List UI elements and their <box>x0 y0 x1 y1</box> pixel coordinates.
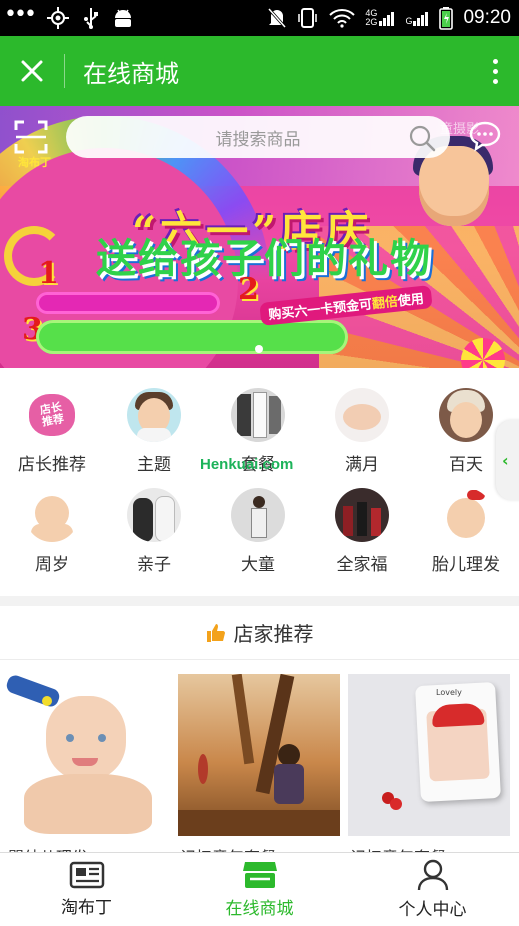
banner-number-2: 2 <box>238 272 259 307</box>
chevron-left-icon: ‹ <box>502 450 509 470</box>
category-label: 百天 <box>449 455 483 474</box>
first-birthday-photo-avatar <box>25 488 79 542</box>
thumbs-up-icon <box>206 623 225 642</box>
category-item-big-kid[interactable]: 大童 <box>206 488 310 575</box>
page-title: 在线商城 <box>83 60 179 88</box>
tab-online-store[interactable]: 在线商城 <box>173 853 346 926</box>
banner-pill-1 <box>36 292 220 314</box>
category-item-parent-child[interactable]: 亲子 <box>102 488 206 575</box>
app-bar: 在线商城 <box>0 36 519 106</box>
full-month-photo-avatar <box>335 388 389 442</box>
signal-bars-2-icon <box>413 12 429 26</box>
parent-child-photo-avatar <box>127 488 181 542</box>
news-icon <box>69 861 104 889</box>
category-item-family-photo[interactable]: 全家福 <box>310 488 414 575</box>
signal-bars-icon <box>379 12 395 26</box>
category-label: 亲子 <box>137 555 171 574</box>
category-item-baby-haircut[interactable]: 胎儿理发 <box>414 488 518 575</box>
big-kid-photo-avatar <box>231 488 285 542</box>
phone-screen: ••• 4G 2G G 09:20 在线商城 “六一”店庆 送给孩子们的礼物 1… <box>0 0 519 926</box>
scan-icon[interactable] <box>14 120 48 154</box>
product-image: Lovely <box>348 674 510 836</box>
network-type-g: G <box>405 16 413 26</box>
search-icon[interactable] <box>408 124 436 152</box>
cellular-4g-indicator: 4G 2G <box>365 9 395 27</box>
banner-number-1: 1 <box>38 256 59 291</box>
vibrate-icon <box>298 8 318 28</box>
recommend-title: 店家推荐 <box>233 624 314 646</box>
shop-recommend-badge-icon: 店长 推荐 <box>25 388 79 442</box>
wifi-icon <box>329 9 356 28</box>
carousel-indicator-dot[interactable] <box>255 345 263 353</box>
recommend-section-header: 店家推荐 <box>0 606 519 660</box>
baby-haircut-photo-avatar <box>439 488 493 542</box>
promo-text-c: 使用 <box>397 291 425 310</box>
product-card[interactable]: Lovely 记忆童年套餐A <box>348 674 510 852</box>
product-name: 记忆童年套餐A <box>350 844 512 852</box>
shop-logo-text: 淘布丁 <box>18 156 51 169</box>
tab-label: 在线商城 <box>225 899 294 918</box>
theme-photo-avatar <box>127 388 181 442</box>
category-label: 周岁 <box>35 555 69 574</box>
category-item-first-birthday[interactable]: 周岁 <box>0 488 104 575</box>
user-icon <box>417 859 448 891</box>
category-label: 满月 <box>345 455 379 474</box>
side-drawer-tab[interactable]: ‹ <box>496 420 519 500</box>
mute-icon <box>268 8 287 28</box>
product-list: 婴幼儿理发 记忆童年套餐B Lovely 记忆童年套餐A <box>0 660 519 852</box>
search-input[interactable]: 请搜索商品 <box>66 116 450 158</box>
close-icon <box>21 60 43 82</box>
clock: 09:20 <box>463 7 511 28</box>
cellular-g-indicator: G <box>405 10 429 26</box>
hundred-days-photo-avatar <box>439 388 493 442</box>
category-item-shop-recommend[interactable]: 店长 推荐 店长推荐 <box>0 388 104 475</box>
frame-caption: Lovely <box>436 688 462 697</box>
promo-text-b: 翻倍 <box>371 294 399 313</box>
category-label: 主题 <box>137 455 171 474</box>
overflow-dots-icon: ••• <box>4 2 37 27</box>
category-label: 大童 <box>241 555 275 574</box>
search-placeholder: 请搜索商品 <box>215 129 301 149</box>
status-bar: ••• 4G 2G G 09:20 <box>0 0 519 36</box>
product-image <box>178 674 340 836</box>
android-icon <box>114 9 131 27</box>
banner-headline-2: 送给孩子们的礼物 <box>96 235 432 282</box>
tab-personal-center[interactable]: 个人中心 <box>346 853 519 926</box>
category-grid: 店长 推荐 店长推荐 主题 套餐 满月 百天 周岁 亲子 大童 全家福 胎儿理发 <box>0 368 519 596</box>
category-label: 店长推荐 <box>18 455 86 474</box>
battery-charging-icon <box>439 7 454 30</box>
category-label: 全家福 <box>336 555 388 574</box>
gps-icon <box>46 7 69 29</box>
tab-taobuding[interactable]: 淘布丁 <box>0 853 173 926</box>
category-label: 胎儿理发 <box>432 555 500 574</box>
banner-pill-2 <box>36 320 348 354</box>
tab-label: 淘布丁 <box>61 898 112 917</box>
family-photo-avatar <box>335 488 389 542</box>
category-item-theme[interactable]: 主题 <box>102 388 206 475</box>
product-name: 记忆童年套餐B <box>180 844 342 852</box>
watermark-text: Henkuai.com <box>200 456 294 473</box>
product-name: 婴幼儿理发 <box>8 844 170 852</box>
category-item-full-month[interactable]: 满月 <box>310 388 414 475</box>
bottom-tab-bar: 淘布丁 在线商城 个人中心 <box>0 852 519 926</box>
more-vertical-icon[interactable] <box>471 36 519 106</box>
close-button[interactable] <box>0 36 64 106</box>
cartoon-kid <box>419 146 489 226</box>
store-icon <box>242 862 277 888</box>
message-icon[interactable] <box>468 120 502 152</box>
tab-label: 个人中心 <box>398 900 467 919</box>
product-card[interactable]: 记忆童年套餐B <box>178 674 340 852</box>
network-type-bottom: 2G <box>365 17 378 27</box>
product-card[interactable]: 婴幼儿理发 <box>6 674 168 852</box>
product-image <box>6 674 168 836</box>
package-photo-avatar <box>231 388 285 442</box>
usb-icon <box>83 8 98 29</box>
